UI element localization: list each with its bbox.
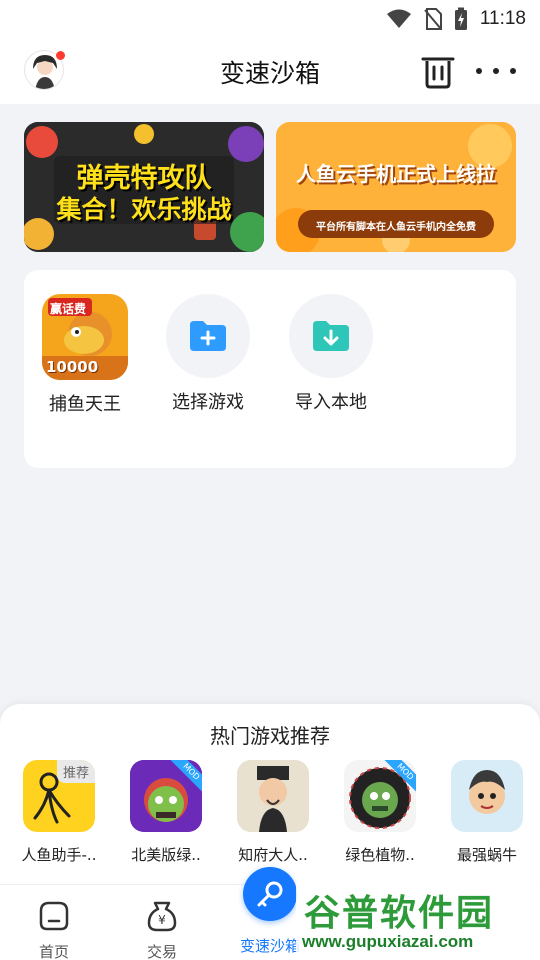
rec-label: 知府大人.. — [238, 846, 308, 864]
money-bag-icon: ¥ — [147, 901, 177, 932]
banner-1-line2: 集合！欢乐挑战 — [56, 195, 232, 224]
shortcut-fishing-king[interactable]: 赢话费 10000 捕鱼天王 — [30, 294, 140, 416]
key-icon — [257, 881, 283, 907]
banner-cloud-phone[interactable]: 人鱼云手机正式上线拉 平台所有脚本在人鱼云手机内全免费 — [276, 122, 516, 252]
green-plant-app-icon: MOD — [344, 760, 416, 832]
shortcut-select-game[interactable]: 选择游戏 — [153, 294, 263, 414]
watermark-url: www.gupuxiazai.com — [302, 932, 474, 951]
zombie-na-app-icon: MOD — [130, 760, 202, 832]
mermaid-assistant-app-icon: 推荐 — [23, 760, 95, 832]
rec-item-mermaid-assistant[interactable]: 推荐 人鱼助手-.. — [11, 760, 107, 865]
rec-label: 绿色植物.. — [345, 846, 415, 864]
banner-game-event[interactable]: 弹壳特攻队 集合！欢乐挑战 — [24, 122, 264, 252]
nav-sandbox-center-button[interactable] — [243, 867, 297, 921]
nav-label: 交易 — [146, 943, 177, 960]
shortcut-label: 捕鱼天王 — [49, 394, 121, 415]
rec-item-north-america-zombie[interactable]: MOD 北美版绿.. — [118, 760, 214, 865]
fishing-king-badge: 赢话费 — [50, 302, 87, 316]
more-button[interactable] — [476, 60, 516, 82]
status-icons: 11:18 — [386, 7, 526, 31]
nav-label: 首页 — [38, 943, 69, 960]
rec-tag: 推荐 — [56, 760, 95, 783]
rec-item-green-plant[interactable]: MOD 绿色植物.. — [332, 760, 428, 865]
nav-trade[interactable]: ¥ 交易 — [112, 899, 212, 960]
rec-item-magistrate[interactable]: 知府大人.. — [225, 760, 321, 865]
rec-item-strongest-snail[interactable]: 最强蜗牛 — [439, 760, 535, 865]
watermark: 谷普软件园 www.gupuxiazai.com — [296, 880, 540, 960]
trash-icon — [421, 57, 455, 89]
shortcut-label: 选择游戏 — [172, 392, 244, 413]
strongest-snail-app-icon — [451, 760, 523, 832]
fishing-king-amount: 10000 — [46, 358, 99, 376]
watermark-title: 谷普软件园 — [304, 893, 495, 934]
home-icon — [39, 901, 69, 931]
app-header: 变速沙箱 — [0, 38, 540, 104]
more-dot-icon — [476, 68, 482, 74]
nav-home[interactable]: 首页 — [4, 899, 104, 960]
status-bar: 11:18 — [0, 0, 540, 38]
shortcut-card: 赢话费 10000 捕鱼天王 选择游戏 导入本地 — [24, 270, 516, 468]
folder-import-icon — [313, 321, 349, 351]
recommend-title: 热门游戏推荐 — [210, 724, 330, 748]
rec-label: 人鱼助手-.. — [21, 846, 97, 864]
more-dot-icon — [510, 68, 516, 74]
fishing-king-app-icon: 赢话费 10000 — [42, 294, 128, 380]
shortcut-label: 导入本地 — [295, 392, 367, 413]
page-title: 变速沙箱 — [219, 59, 320, 88]
select-game-icon-wrap — [166, 294, 250, 378]
no-sim-icon — [424, 8, 442, 30]
more-dot-icon — [493, 68, 499, 74]
banner-2-line1: 人鱼云手机正式上线拉 — [296, 162, 496, 186]
folder-add-icon — [190, 321, 226, 351]
rec-label: 最强蜗牛 — [456, 846, 517, 864]
wifi-icon — [386, 9, 411, 28]
status-time: 11:18 — [479, 8, 526, 29]
shortcut-import-local[interactable]: 导入本地 — [276, 294, 386, 414]
trash-button[interactable] — [420, 52, 456, 90]
banner-2-line2: 平台所有脚本在人鱼云手机内全免费 — [316, 222, 476, 233]
rec-label: 北美版绿.. — [131, 846, 201, 864]
magistrate-app-icon — [237, 760, 309, 832]
svg-text:¥: ¥ — [158, 913, 166, 927]
import-local-icon-wrap — [289, 294, 373, 378]
battery-charging-icon — [454, 7, 467, 30]
